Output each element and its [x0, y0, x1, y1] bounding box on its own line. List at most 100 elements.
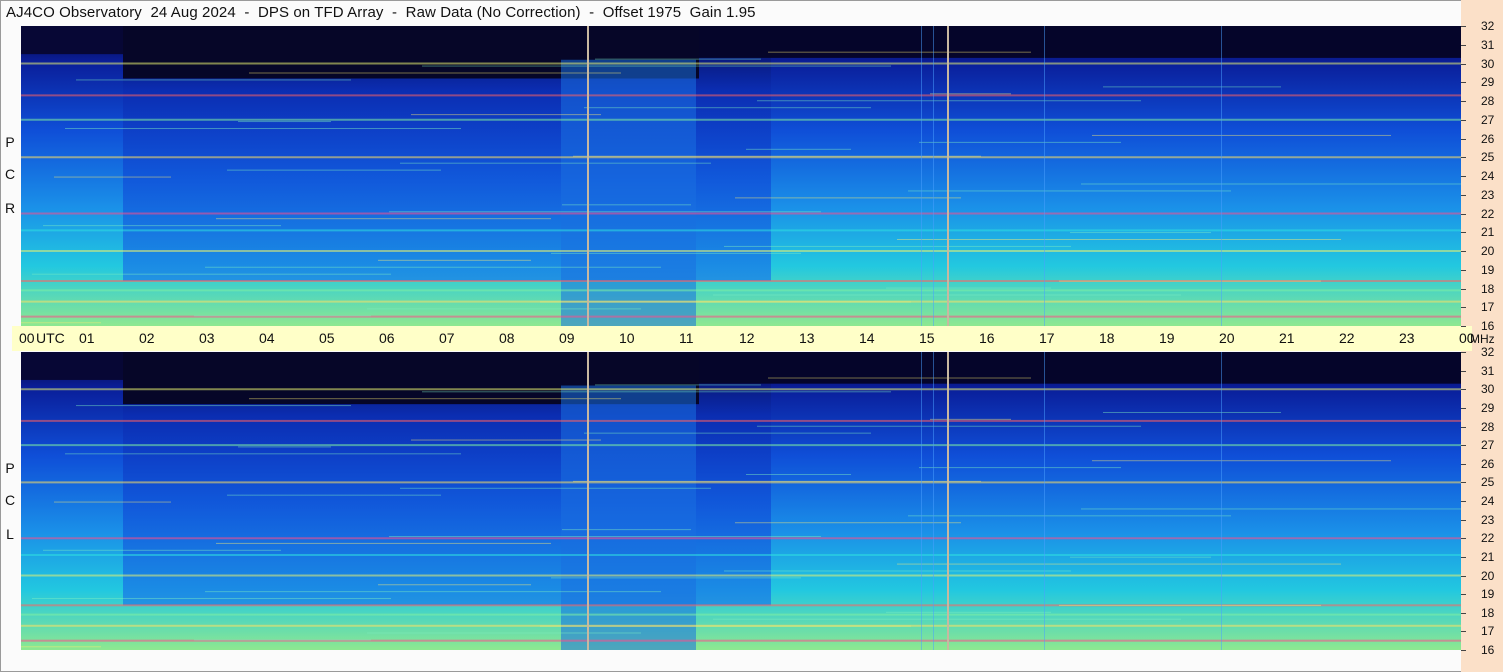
spectrogram-lcp-svg: [21, 352, 1461, 650]
freq-tick: [1461, 482, 1466, 484]
noise-streak: [76, 405, 351, 407]
freq-tick-label: 18: [1481, 281, 1495, 296]
freq-tick-label: 32: [1481, 345, 1495, 359]
noise-band: [21, 537, 1461, 540]
anomaly-window: [561, 385, 696, 650]
noise-streak: [21, 322, 101, 324]
noise-band: [21, 554, 1461, 557]
dark-region: [699, 352, 1461, 384]
freq-tick-label: 27: [1481, 438, 1495, 453]
noise-streak: [1059, 280, 1321, 282]
noise-streak: [930, 418, 1011, 420]
freq-tick: [1461, 176, 1466, 177]
freq-tick: [1461, 44, 1466, 46]
noise-streak: [908, 190, 1231, 192]
freq-tick-label: 16: [1481, 643, 1495, 657]
noise-streak: [768, 51, 1031, 53]
freq-tick: [1461, 251, 1466, 252]
time-tick-label: 22: [1339, 330, 1355, 346]
noise-streak: [238, 446, 331, 448]
panel-label-lcp: P C L: [2, 446, 18, 566]
freq-tick-label: 21: [1481, 549, 1495, 564]
freq-tick: [1461, 407, 1466, 409]
noise-streak: [1103, 86, 1281, 88]
noise-streak: [1081, 508, 1461, 510]
noise-streak: [65, 453, 461, 455]
noise-streak: [205, 266, 661, 268]
freq-tick-label: 19: [1481, 587, 1495, 602]
freq-tick-label: 31: [1481, 37, 1495, 52]
noise-streak: [768, 377, 1031, 379]
time-axis: 00 01 02 03 04 05 06 07 08 09 10 11 12 13 14 15 16 17 18 19…: [12, 326, 1495, 351]
noise-streak: [562, 529, 691, 531]
freq-tick: [1461, 194, 1466, 196]
noise-streak: [930, 93, 1011, 95]
dark-region: [21, 352, 123, 380]
noise-streak: [1070, 232, 1211, 234]
freq-tick-label: 27: [1481, 112, 1495, 127]
interference-line: [921, 352, 922, 650]
freq-tick-label: 22: [1481, 206, 1495, 221]
noise-streak: [378, 584, 531, 586]
noise-streak: [735, 197, 961, 199]
freq-tick-label: 30: [1481, 382, 1495, 397]
freq-tick-label: 23: [1481, 512, 1495, 527]
freq-tick: [1461, 445, 1466, 447]
interference-line: [933, 26, 934, 326]
freq-tick-label: 17: [1481, 624, 1495, 639]
freq-tick: [1461, 501, 1466, 502]
time-tick-label: 15: [919, 330, 935, 346]
noise-streak: [562, 204, 691, 206]
freq-tick-label: 19: [1481, 262, 1495, 277]
panel-label-rcp: P C R: [2, 120, 18, 240]
freq-tick: [1461, 352, 1466, 353]
noise-streak: [76, 79, 351, 81]
freq-tick-label: 16: [1481, 319, 1495, 333]
noise-streak: [1059, 604, 1321, 606]
freq-tick-label: 17: [1481, 300, 1495, 315]
noise-streak: [411, 114, 601, 116]
freq-tick-label: 23: [1481, 187, 1495, 202]
interference-line: [921, 26, 922, 326]
freq-tick: [1461, 26, 1466, 27]
time-tick-label: 18: [1099, 330, 1115, 346]
noise-band: [21, 613, 1461, 616]
noise-streak: [411, 439, 601, 441]
noise-streak: [919, 141, 1121, 143]
noise-streak: [584, 107, 871, 109]
freq-tick-label: 28: [1481, 419, 1495, 434]
noise-streak: [746, 148, 851, 150]
freq-tick-label: 22: [1481, 531, 1495, 546]
interference-line: [1221, 26, 1222, 326]
time-tick-label: 10: [619, 330, 635, 346]
freq-tick-label: 31: [1481, 363, 1495, 378]
interference-line: [933, 352, 934, 650]
noise-streak: [400, 162, 711, 164]
noise-streak: [886, 287, 1051, 289]
freq-tick-label: 18: [1481, 605, 1495, 620]
freq-tick: [1461, 519, 1466, 521]
noise-streak: [1092, 460, 1391, 462]
freq-tick: [1461, 288, 1466, 290]
dark-region: [699, 26, 1461, 58]
time-tick-label: 00: [19, 330, 35, 346]
interference-line: [1044, 26, 1045, 326]
noise-streak: [32, 598, 391, 600]
freq-tick: [1461, 389, 1466, 391]
noise-streak: [227, 169, 441, 171]
freq-tick-label: 26: [1481, 456, 1495, 471]
noise-band: [21, 229, 1461, 232]
noise-band: [21, 574, 1461, 577]
noise-band: [21, 419, 1461, 422]
noise-streak: [735, 522, 961, 524]
noise-streak: [595, 384, 761, 386]
noise-streak: [227, 494, 441, 496]
noise-streak: [573, 480, 981, 482]
noise-streak: [422, 65, 891, 67]
noise-streak: [378, 259, 531, 261]
vertical-marker-line: [947, 352, 949, 650]
freq-tick: [1461, 575, 1466, 577]
noise-streak: [886, 611, 1051, 613]
panel-letter: L: [6, 526, 14, 542]
noise-streak: [422, 391, 891, 393]
